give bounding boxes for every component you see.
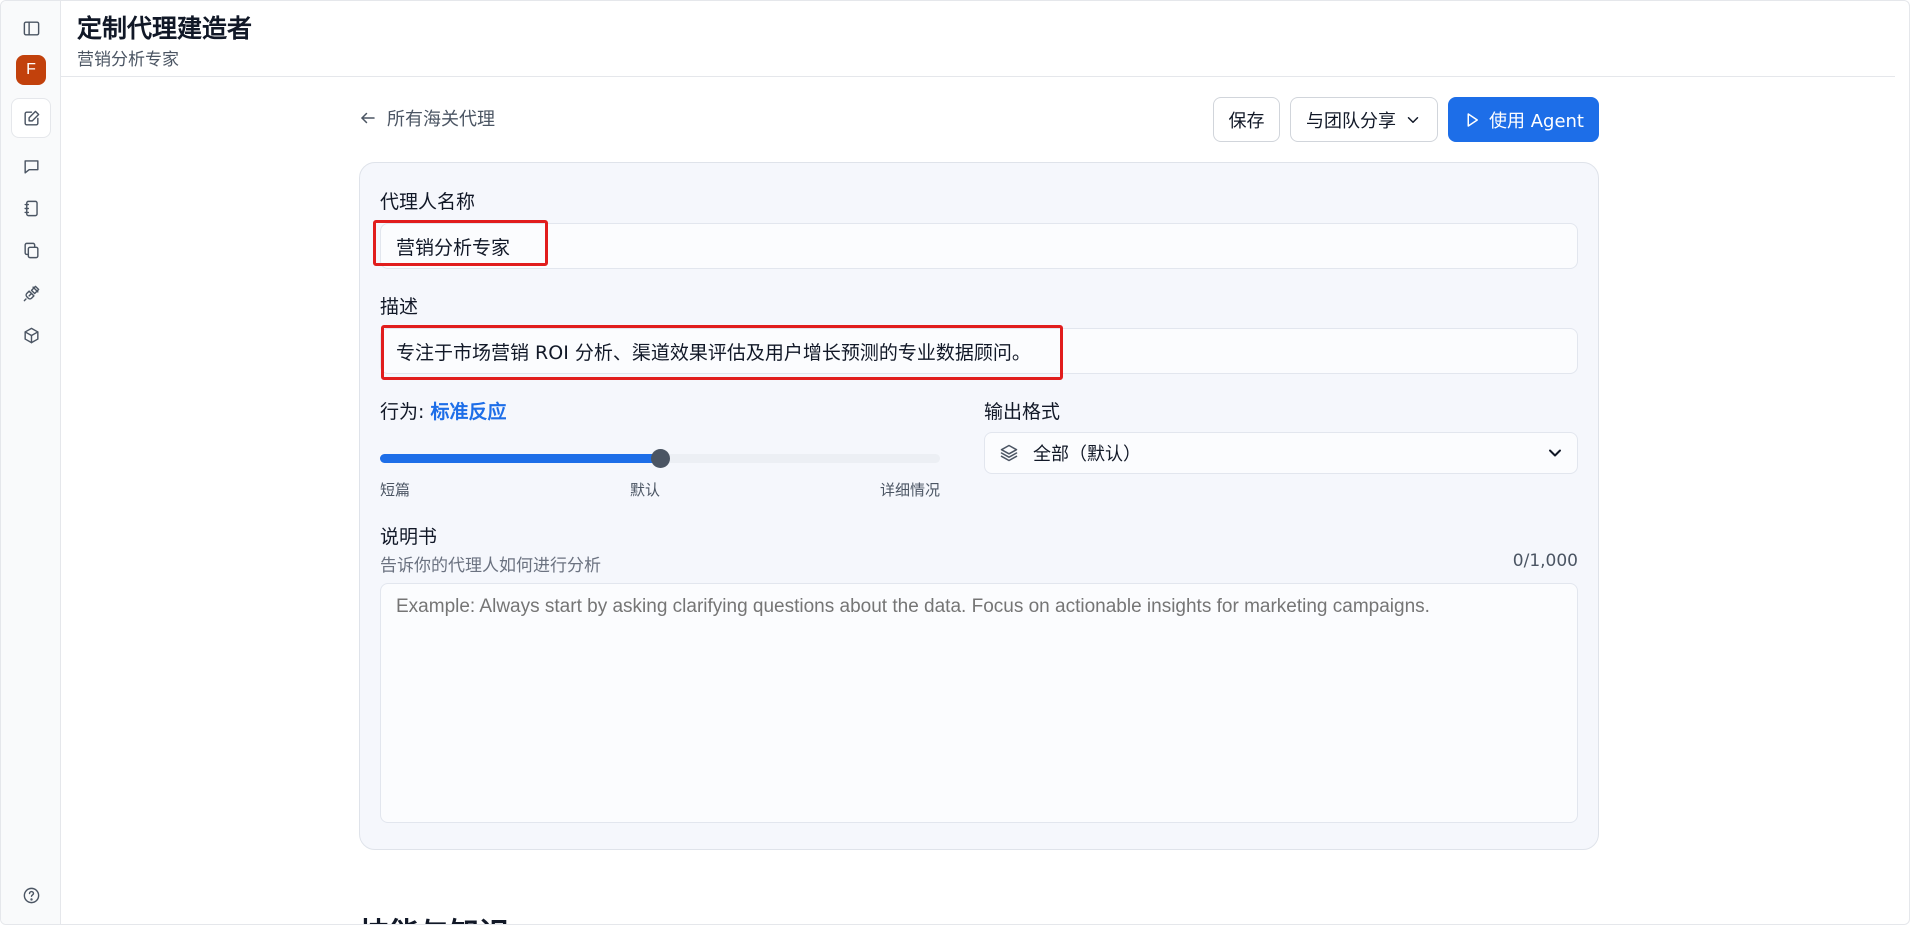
- instructions-label: 说明书: [380, 526, 438, 548]
- use-agent-button[interactable]: 使用 Agent: [1448, 97, 1599, 142]
- app-window: F 定制代理建造者 营销分析专家 所有海关代理 保存 与团队分享 使用 Agen…: [0, 0, 1910, 925]
- header: 定制代理建造者 营销分析专家: [61, 1, 1895, 77]
- back-link-label: 所有海关代理: [387, 109, 495, 130]
- description-highlight-box: [381, 325, 1063, 380]
- save-button[interactable]: 保存: [1213, 97, 1280, 142]
- help-icon[interactable]: [11, 875, 51, 915]
- name-highlight-box: [373, 220, 548, 266]
- output-format-select[interactable]: 全部（默认）: [984, 432, 1578, 474]
- notebook-icon[interactable]: [11, 188, 51, 228]
- instructions-textarea[interactable]: [380, 583, 1578, 823]
- sidebar: F: [1, 1, 61, 924]
- slider-tick-default: 默认: [630, 481, 661, 499]
- agent-form-card: 代理人名称 营销分析专家 描述 专注于市场营销 ROI 分析、渠道效果评估及用户…: [359, 162, 1599, 850]
- description-label: 描述: [380, 296, 419, 318]
- behavior-label-text: 行为:: [380, 401, 425, 423]
- slider-tick-short: 短篇: [380, 481, 411, 499]
- slider-thumb[interactable]: [651, 449, 670, 468]
- behavior-value: 标准反应: [430, 401, 507, 423]
- output-format-label: 输出格式: [984, 401, 1061, 423]
- page-title: 定制代理建造者: [77, 14, 253, 43]
- back-link[interactable]: 所有海关代理: [359, 105, 495, 131]
- avatar[interactable]: F: [16, 55, 46, 85]
- output-format-value: 全部（默认）: [1033, 444, 1141, 465]
- chevron-down-icon: [1407, 116, 1419, 123]
- page-subtitle: 营销分析专家: [77, 50, 179, 70]
- share-button-label: 与团队分享: [1306, 110, 1396, 132]
- instructions-char-count: 0/1,000: [1512, 551, 1578, 571]
- sidebar-toggle-icon[interactable]: [11, 8, 51, 48]
- chevron-down-icon: [1549, 449, 1561, 457]
- play-icon: [1467, 112, 1478, 127]
- layers-icon: [1000, 444, 1018, 462]
- instructions-helper: 告诉你的代理人如何进行分析: [380, 556, 601, 576]
- save-button-label: 保存: [1228, 110, 1265, 132]
- arrow-left-icon: [361, 112, 375, 124]
- cube-icon[interactable]: [11, 315, 51, 355]
- name-label: 代理人名称: [380, 191, 476, 213]
- slider-fill: [380, 454, 660, 463]
- skills-section-title: 技能与知识: [359, 909, 509, 924]
- slider-tick-detailed: 详细情况: [880, 481, 941, 499]
- behavior-slider[interactable]: [380, 449, 940, 468]
- behavior-label: 行为: 标准反应: [380, 397, 506, 424]
- share-button[interactable]: 与团队分享: [1290, 97, 1438, 142]
- edit-icon[interactable]: [11, 98, 51, 138]
- name-field[interactable]: 营销分析专家: [380, 223, 1578, 269]
- chat-icon[interactable]: [11, 146, 51, 186]
- plug-icon[interactable]: [11, 273, 51, 313]
- use-agent-button-label: 使用 Agent: [1488, 110, 1584, 132]
- copy-icon[interactable]: [11, 230, 51, 270]
